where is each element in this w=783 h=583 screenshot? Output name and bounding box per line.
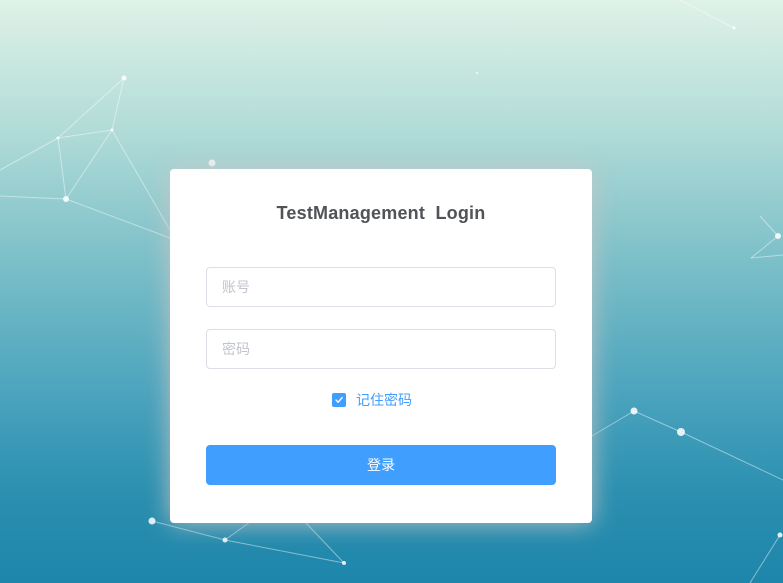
login-button[interactable]: 登录 xyxy=(206,445,556,485)
remember-password-label[interactable]: 记住密码 xyxy=(356,390,412,410)
checkmark-icon xyxy=(335,396,343,403)
login-title: TestManagement Login xyxy=(276,203,486,223)
password-input[interactable] xyxy=(206,329,556,369)
remember-password-option[interactable]: 记住密码 xyxy=(170,391,592,409)
remember-password-checkbox[interactable] xyxy=(332,393,346,407)
username-input[interactable] xyxy=(206,267,556,307)
login-card: TestManagement Login 记住密码 登录 xyxy=(170,169,592,523)
